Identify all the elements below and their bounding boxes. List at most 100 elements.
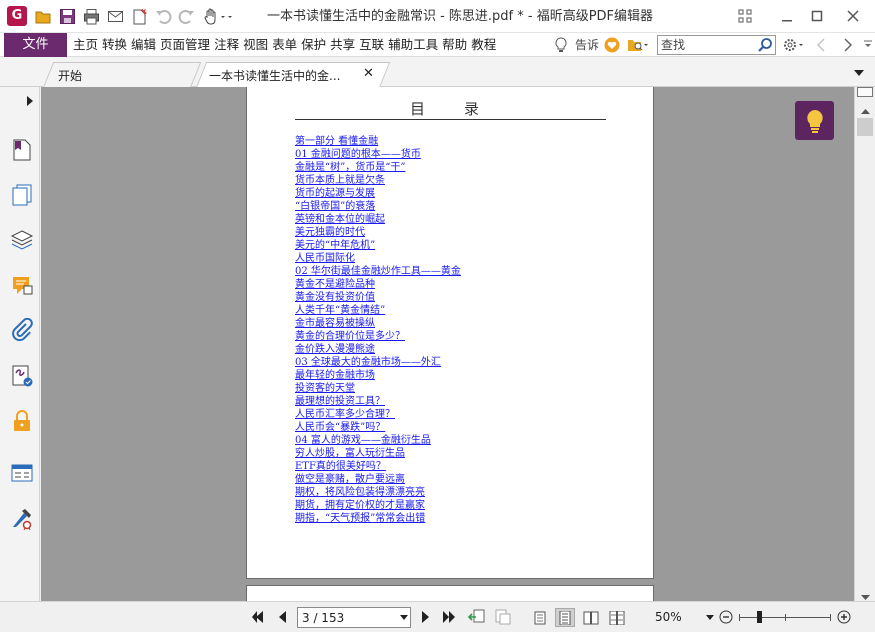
settings-gear-icon[interactable] [782,37,808,53]
toc-link[interactable]: 货币的起源与发展 [295,187,461,200]
toc-link[interactable]: 02 华尔街最佳金融炒作工具——黄金 [295,265,461,278]
toc-link[interactable]: 黄金的合理价位是多少？ [295,330,461,343]
page-dropdown-icon[interactable] [400,615,408,620]
search-input[interactable] [658,36,756,54]
menu-home[interactable]: 主页 [72,33,99,57]
menu-protect[interactable]: 保护 [300,33,327,57]
tell-me-label[interactable]: 告诉 [575,33,599,57]
toc-link[interactable]: 穷人炒股，富人玩衍生品 [295,447,461,460]
ribbon-right-arrow-icon[interactable] [842,38,854,52]
new-icon[interactable] [131,8,148,25]
save-icon[interactable] [59,8,76,25]
toc-link[interactable]: 期货，拥有定价权的才是赢家 [295,499,461,512]
layers-icon[interactable] [10,228,34,252]
previous-view-icon[interactable] [468,608,486,626]
zoom-dropdown-icon[interactable] [706,615,714,620]
vertical-scrollbar[interactable] [854,87,875,601]
tips-lightbulb-button[interactable] [795,101,834,140]
ribbon-collapse-icon[interactable] [862,38,874,52]
menu-view[interactable]: 视图 [242,33,269,57]
undo-icon[interactable] [155,8,172,25]
toc-link[interactable]: 美元独霸的时代 [295,226,461,239]
signature-icon[interactable] [10,364,34,388]
lightbulb-icon[interactable] [553,37,569,53]
toc-link[interactable]: 金市最容易被操纵 [295,317,461,330]
continuous-facing-view-icon[interactable] [607,608,627,627]
redo-icon[interactable] [178,8,195,25]
print-icon[interactable] [83,8,100,25]
toc-link[interactable]: 01 金融问题的根本——货币 [295,148,461,161]
hand-tool-icon[interactable] [203,8,233,25]
bookmark-page-icon[interactable] [10,138,34,162]
toc-link[interactable]: 期指，“天气预报”常常会出错 [295,512,461,525]
comments-icon[interactable] [10,274,34,298]
toc-link[interactable]: 第一部分 看懂金融 [295,135,461,148]
toc-link[interactable]: 人民币汇率多少合理？ [295,408,461,421]
toc-link[interactable]: 做空是豪赌，散户要远离 [295,473,461,486]
scroll-up-icon[interactable] [861,103,870,117]
open-folder-icon[interactable] [35,8,52,25]
app-logo-icon[interactable]: G [7,6,27,26]
toc-link[interactable]: 货币本质上就是欠条 [295,174,461,187]
last-page-icon[interactable] [442,610,456,624]
tab-document-label[interactable]: 一本书读懂生活中的金... [209,67,340,84]
zoom-out-icon[interactable] [719,610,733,624]
toc-link[interactable]: 03 全球最大的金融市场——外汇 [295,356,461,369]
zoom-in-icon[interactable] [837,610,851,624]
zoom-level-label[interactable]: 50% [655,602,682,632]
menu-connect[interactable]: 互联 [358,33,385,57]
toc-link[interactable]: 最年轻的金融市场 [295,369,461,382]
menu-edit[interactable]: 编辑 [130,33,157,57]
toc-link[interactable]: “白银帝国”的衰落 [295,200,461,213]
toc-link[interactable]: 英镑和金本位的崛起 [295,213,461,226]
email-icon[interactable] [107,8,124,25]
zoom-slider-track[interactable] [739,614,831,621]
single-page-view-icon[interactable] [530,608,550,627]
menu-help[interactable]: 帮助 [441,33,468,57]
maximize-icon[interactable] [804,4,830,28]
menu-convert[interactable]: 转换 [101,33,128,57]
close-window-icon[interactable] [840,4,866,28]
continuous-view-icon[interactable] [555,608,575,627]
pages-icon[interactable] [10,183,34,207]
menu-share[interactable]: 共享 [329,33,356,57]
toc-link[interactable]: 最理想的投资工具？ [295,395,461,408]
tabs-dropdown-icon[interactable] [853,67,865,77]
toc-link[interactable]: 04 富人的游戏——金融衍生品 [295,434,461,447]
toc-link[interactable]: 美元的“中年危机” [295,239,461,252]
toc-link[interactable]: 金融是“树”，货币是“干” [295,161,461,174]
first-page-icon[interactable] [251,610,265,624]
feedback-heart-icon[interactable] [604,37,620,53]
document-viewport[interactable]: 目 录 第一部分 看懂金融 01 金融问题的根本——货币 金融是“树”，货币是“干”… [41,87,854,601]
toc-link[interactable]: 人民币会“暴跌”吗？ [295,421,461,434]
ribbon-options-icon[interactable] [732,4,758,28]
facing-view-icon[interactable] [581,608,601,627]
minimize-icon[interactable] [774,4,800,28]
folder-search-icon[interactable] [627,37,649,53]
toc-link[interactable]: 人类千年“黄金情结” [295,304,461,317]
menu-accessibility[interactable]: 辅助工具 [387,33,439,57]
toc-link[interactable]: ETF真的很美好吗？ [295,460,461,473]
attachments-icon[interactable] [10,318,34,342]
toc-link[interactable]: 期权，将风险包装得漂漂亮亮 [295,486,461,499]
certificate-icon[interactable] [10,507,34,531]
expand-sidebar-icon[interactable] [26,95,34,106]
split-view-handle[interactable] [857,87,873,97]
menu-tutorial[interactable]: 教程 [470,33,497,57]
search-icon[interactable] [757,37,773,53]
menu-comment[interactable]: 注释 [213,33,240,57]
file-menu[interactable]: 文件 [4,33,67,57]
tab-close-icon[interactable]: ✕ [363,66,374,81]
toc-link[interactable]: 黄金不是避险品种 [295,278,461,291]
page-number-input[interactable] [298,608,396,627]
toc-link[interactable]: 金价跌入漫漫熊途 [295,343,461,356]
toc-link[interactable]: 投资客的天堂 [295,382,461,395]
zoom-slider-thumb[interactable] [757,611,762,623]
scrollbar-thumb[interactable] [857,118,873,136]
tab-start-label[interactable]: 开始 [58,67,82,84]
toc-link[interactable]: 黄金没有投资价值 [295,291,461,304]
next-page-icon[interactable] [418,610,432,624]
security-icon[interactable] [10,409,34,433]
next-view-icon[interactable] [494,608,512,626]
toc-link[interactable]: 人民币国际化 [295,252,461,265]
